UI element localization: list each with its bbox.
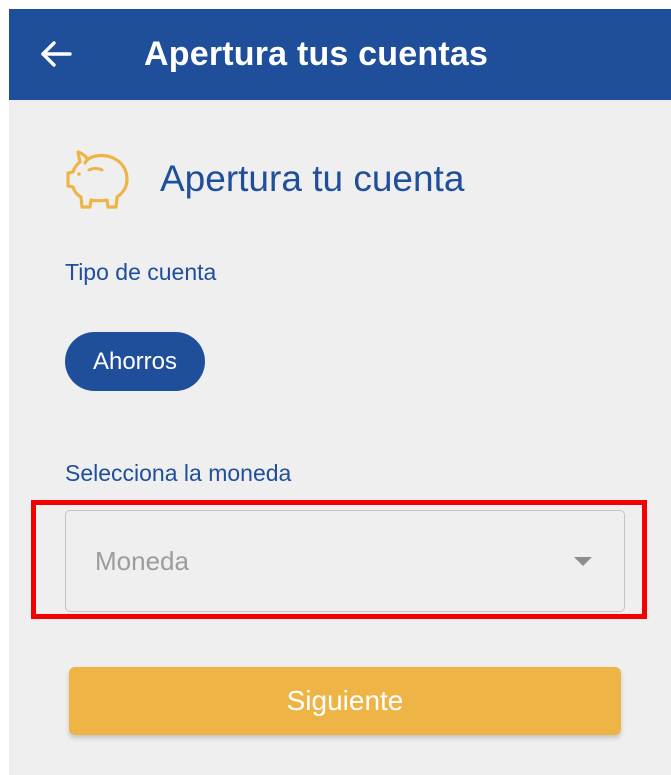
account-type-chip-ahorros[interactable]: Ahorros bbox=[65, 332, 205, 391]
app-bar: Apertura tus cuentas bbox=[9, 9, 671, 100]
piggy-bank-icon bbox=[66, 150, 129, 209]
next-button[interactable]: Siguiente bbox=[69, 667, 621, 735]
screenshot-frame: Apertura tus cuentas Apertura tu cuenta … bbox=[0, 0, 671, 775]
arrow-left-icon bbox=[41, 41, 72, 67]
section-title: Apertura tu cuenta bbox=[160, 158, 465, 199]
currency-label: Selecciona la moneda bbox=[65, 460, 292, 486]
page-title: Apertura tus cuentas bbox=[144, 35, 489, 73]
account-type-label: Tipo de cuenta bbox=[65, 259, 217, 285]
section-header: Apertura tu cuenta bbox=[65, 147, 464, 211]
app-screen: Apertura tus cuentas Apertura tu cuenta … bbox=[9, 9, 671, 775]
back-button[interactable] bbox=[33, 31, 79, 77]
caret-down-icon bbox=[574, 557, 592, 566]
currency-placeholder: Moneda bbox=[95, 546, 189, 576]
currency-dropdown[interactable]: Moneda bbox=[65, 510, 625, 612]
